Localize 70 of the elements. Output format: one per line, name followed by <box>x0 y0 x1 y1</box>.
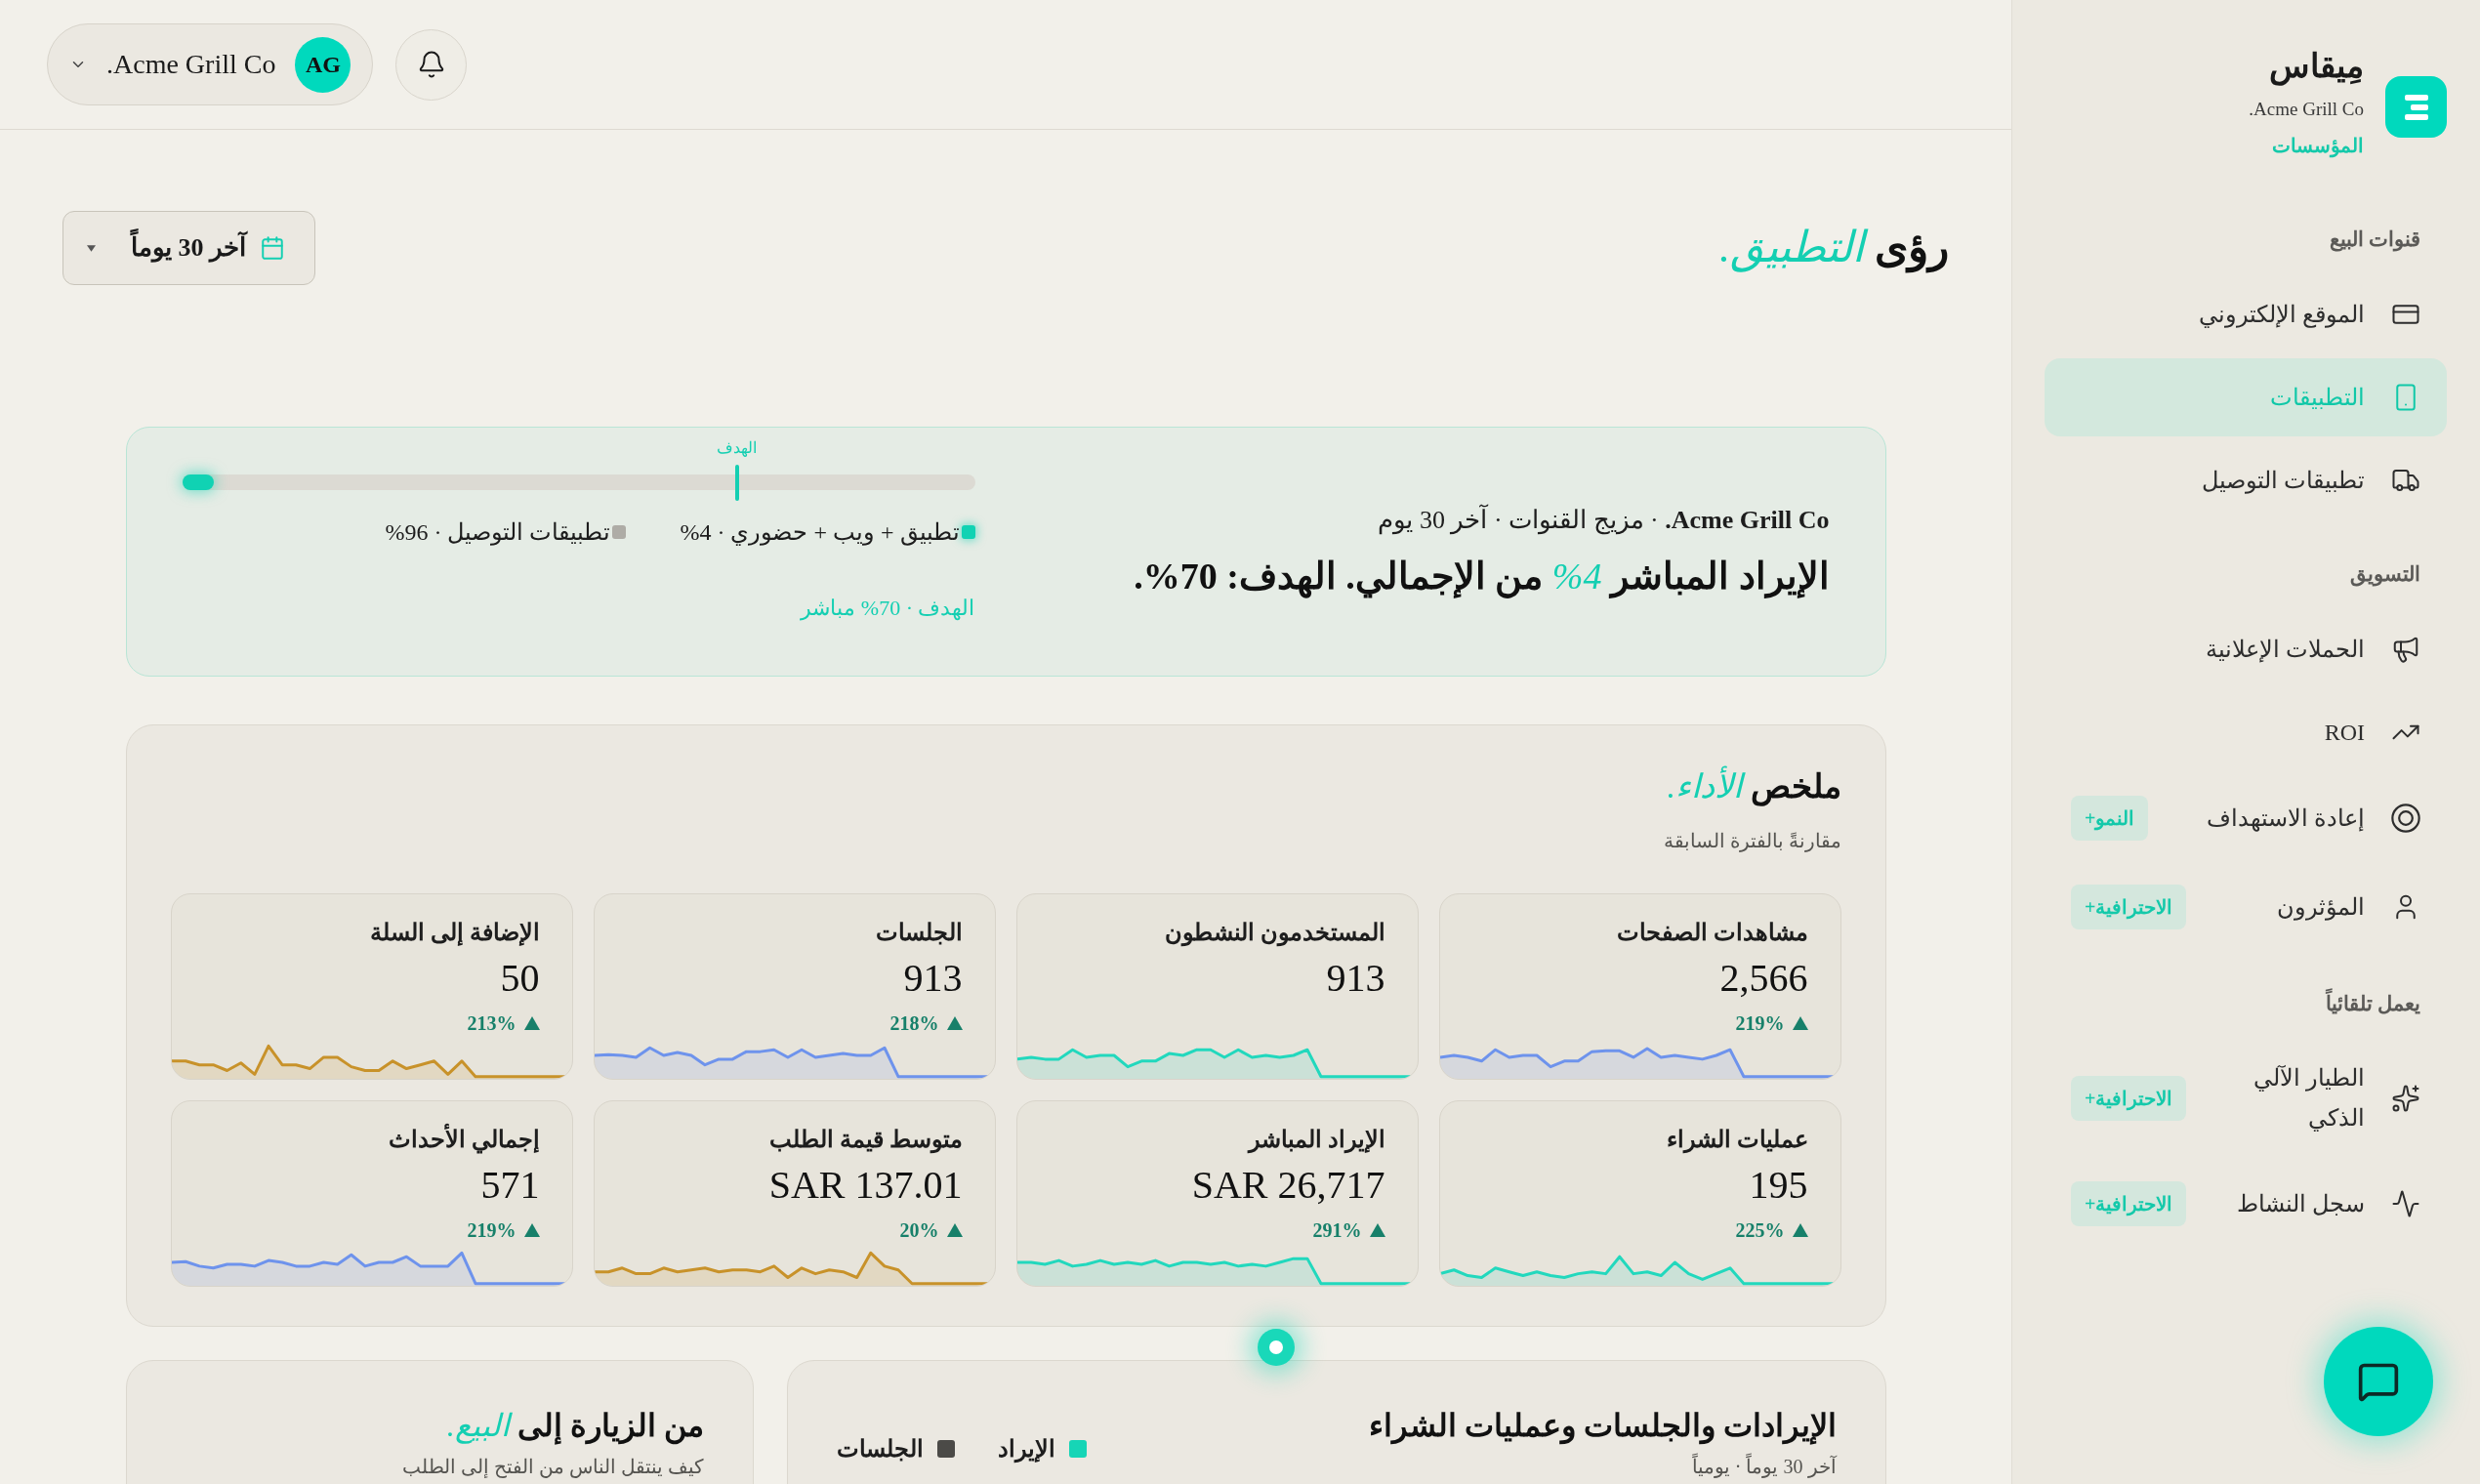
target-icon <box>2391 804 2420 833</box>
plan-badge: الاحترافية+ <box>2071 1076 2187 1121</box>
sidebar-item[interactable]: تطبيقات التوصيل <box>2045 441 2447 519</box>
up-triangle-icon <box>946 1016 963 1030</box>
metric-change: 225% <box>1735 1218 1785 1243</box>
megaphone-icon <box>2391 635 2420 664</box>
section-title: التسويق <box>2349 561 2421 589</box>
metric-label: إجمالي الأحداث <box>388 1123 540 1156</box>
brand-name: مِيقاس <box>2269 47 2364 88</box>
metric-change: 219% <box>1735 1011 1785 1036</box>
metric-value: SAR 26,717 <box>1191 1162 1385 1209</box>
metric-change: 219% <box>467 1218 517 1243</box>
sparkles-icon <box>2391 1084 2420 1113</box>
metric-value: 2,566 <box>1719 955 1808 1002</box>
caret-icon <box>87 244 96 252</box>
sidebar-item[interactable]: الموقع الإلكتروني <box>2045 275 2447 353</box>
section-subtitle: مقارنةً بالفترة السابقة <box>1663 829 1841 854</box>
up-triangle-icon <box>1792 1223 1808 1237</box>
metric-value: 913 <box>1326 955 1385 1002</box>
up-triangle-icon <box>523 1016 540 1030</box>
up-triangle-icon <box>1792 1016 1808 1030</box>
metric-value: 50 <box>500 955 540 1002</box>
chat-button[interactable] <box>2324 1327 2433 1436</box>
legend-label: تطبيقات التوصيل · 96% <box>385 518 611 548</box>
activity-icon <box>2391 1189 2420 1218</box>
metric-value: 913 <box>903 955 963 1002</box>
legend-label: تطبيق + ويب + حضوري · 4% <box>680 518 960 548</box>
sidebar-item[interactable]: الطيار الآلي الذكي الاحترافية+ <box>2045 1040 2447 1157</box>
metric-change: 291% <box>1312 1218 1362 1243</box>
legend-label: الإيراد <box>997 1435 1055 1464</box>
logo-icon <box>2385 76 2447 138</box>
section-title: يعمل تلقائياً <box>2298 989 2447 1018</box>
metric-label: الجلسات <box>875 919 963 947</box>
sidebar-item[interactable]: سجل النشاط الاحترافية+ <box>2045 1162 2447 1246</box>
metric-label: الإيراد المباشر <box>1248 1126 1385 1156</box>
up-triangle-icon <box>946 1223 963 1237</box>
metric-change: 218% <box>889 1011 939 1036</box>
metric-label: الإضافة إلى السلة <box>369 919 540 948</box>
plan-badge: النمو+ <box>2071 796 2149 841</box>
metric-value: SAR 137.01 <box>768 1162 963 1209</box>
org-name: Acme Grill Co. <box>2249 98 2364 121</box>
metric-change: 213% <box>467 1011 517 1036</box>
metric-label: عمليات الشراء <box>1666 1126 1808 1156</box>
section-title: قنوات البيع <box>2328 227 2421 254</box>
plan-badge: الاحترافية+ <box>2071 885 2187 929</box>
date-range-button[interactable]: آخر 30 يوماً <box>62 211 315 285</box>
sidebar-item[interactable]: إعادة الاستهداف النمو+ <box>2045 776 2447 860</box>
chart-subtitle: كيف ينتقل الناس من الفتح إلى الطلب <box>401 1455 704 1480</box>
sidebar-item[interactable]: المؤثرون الاحترافية+ <box>2045 865 2447 949</box>
metric-label: متوسط قيمة الطلب <box>768 1126 963 1156</box>
section-heading: ملخص الأداء. <box>1667 764 1841 809</box>
goal-note: الهدف · 70% مباشر <box>801 595 975 623</box>
sidebar-item[interactable]: الحملات الإعلانية <box>2045 610 2447 688</box>
plan-badge: الاحترافية+ <box>2071 1181 2187 1226</box>
calendar-icon <box>260 235 285 261</box>
metric-change: 20% <box>899 1218 939 1243</box>
metric-label: المستخدمون النشطون <box>1164 919 1385 949</box>
up-triangle-icon <box>523 1223 540 1237</box>
page-title: رؤى التطبيق. <box>1719 223 1949 275</box>
metric-value: 195 <box>1749 1162 1808 1209</box>
up-triangle-icon <box>1369 1223 1385 1237</box>
sidebar-item[interactable]: ROI <box>2045 693 2447 771</box>
chart-title: الإيرادات والجلسات وعمليات الشراء <box>1368 1407 1837 1447</box>
goal-label: الهدف <box>717 438 758 458</box>
legend-label: الجلسات <box>836 1435 924 1463</box>
plan-name: المؤسسات <box>2272 134 2364 160</box>
chart-title: من الزيارة إلى البيع. <box>446 1407 704 1447</box>
chart-subtitle: آخر 30 يوماً · يومياً <box>1691 1453 1837 1480</box>
metric-value: 571 <box>480 1162 540 1209</box>
metric-label: مشاهدات الصفحات <box>1616 919 1808 947</box>
